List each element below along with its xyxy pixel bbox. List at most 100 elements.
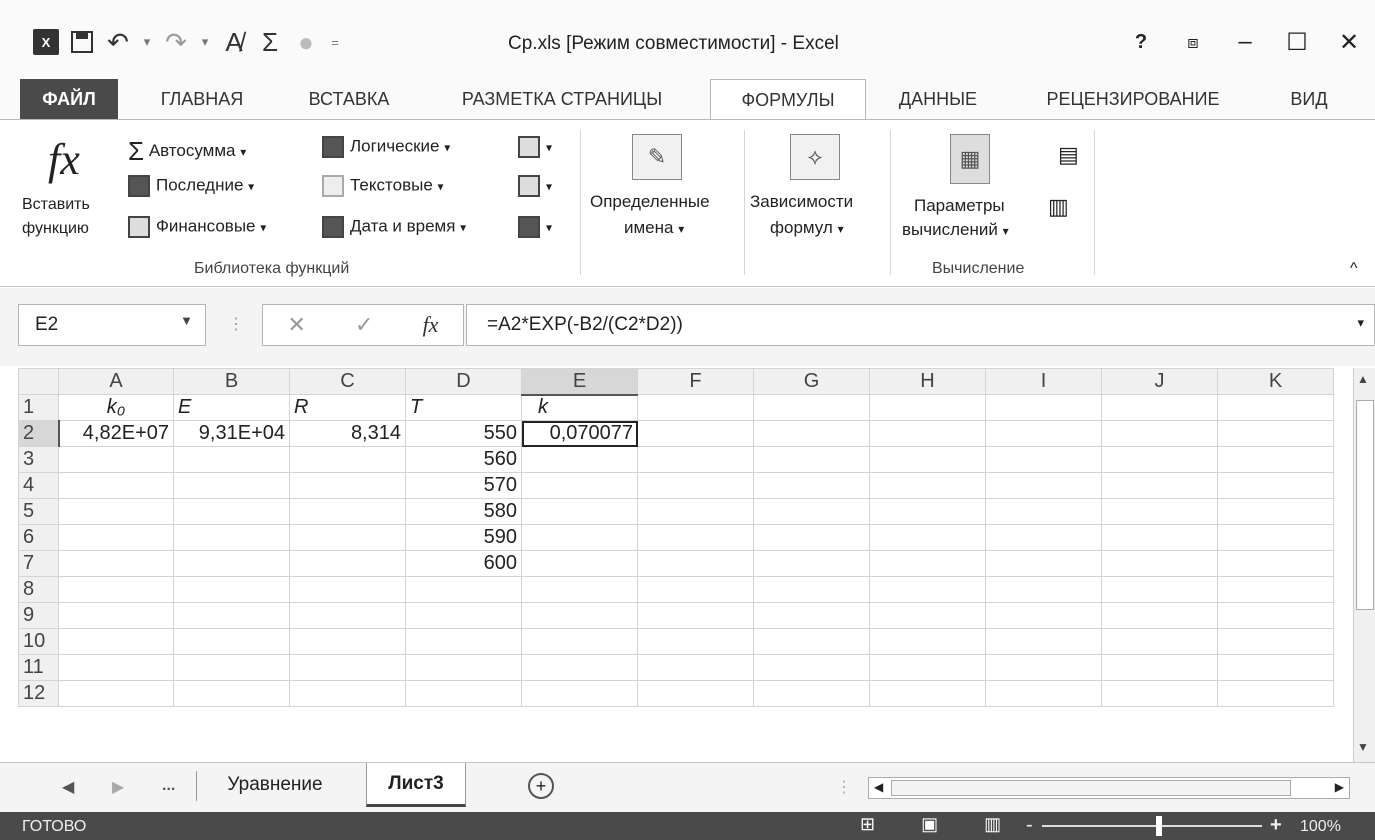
cell[interactable]: 4,82E+07 xyxy=(58,420,174,447)
row-header[interactable]: 11 xyxy=(18,654,59,681)
more-functions-button[interactable]: ▾ xyxy=(518,216,552,238)
cell[interactable] xyxy=(289,472,406,499)
zoom-level[interactable]: 100% xyxy=(1300,818,1341,836)
cell[interactable]: 600 xyxy=(405,550,522,577)
cell[interactable] xyxy=(985,472,1102,499)
cell[interactable] xyxy=(1101,576,1218,603)
cell[interactable] xyxy=(1217,654,1334,681)
formula-auditing-icon[interactable]: ⟡ xyxy=(790,134,840,180)
circle-icon[interactable]: ● xyxy=(288,24,324,60)
cell[interactable] xyxy=(1101,498,1218,525)
cell[interactable]: k xyxy=(521,394,638,421)
name-box[interactable]: E2 ▼ xyxy=(18,304,206,346)
cell[interactable] xyxy=(637,654,754,681)
chevron-down-icon[interactable]: ▼ xyxy=(180,313,193,328)
undo-icon[interactable]: ↶ xyxy=(100,24,136,60)
cell[interactable] xyxy=(869,420,986,447)
insert-function-label-1[interactable]: Вставить xyxy=(22,196,90,214)
lookup-button[interactable]: ▾ xyxy=(518,136,552,158)
cell[interactable] xyxy=(58,576,174,603)
logical-button[interactable]: Логические ▾ xyxy=(322,136,450,158)
cell[interactable] xyxy=(869,602,986,629)
cell[interactable]: 560 xyxy=(405,446,522,473)
cell[interactable] xyxy=(1101,394,1218,421)
tab-home[interactable]: ГЛАВНАЯ xyxy=(142,79,262,119)
cell[interactable] xyxy=(289,680,406,707)
cell[interactable] xyxy=(405,576,522,603)
cell[interactable] xyxy=(405,628,522,655)
cell[interactable] xyxy=(289,550,406,577)
cell[interactable] xyxy=(521,628,638,655)
cell[interactable] xyxy=(753,472,870,499)
cell[interactable] xyxy=(521,498,638,525)
cell[interactable] xyxy=(58,472,174,499)
calculate-now-icon[interactable]: ▤ xyxy=(1058,142,1079,168)
cell[interactable]: T xyxy=(405,394,522,421)
more-sheets-button[interactable]: ... xyxy=(162,777,175,795)
cell[interactable] xyxy=(753,680,870,707)
defined-names-label-2[interactable]: имена ▾ xyxy=(624,218,684,238)
cell[interactable] xyxy=(637,446,754,473)
collapse-ribbon-icon[interactable]: ^ xyxy=(1350,260,1358,278)
cell[interactable] xyxy=(173,576,290,603)
cell[interactable] xyxy=(1217,498,1334,525)
cell[interactable] xyxy=(173,654,290,681)
cell[interactable] xyxy=(985,498,1102,525)
sheet-tab-equation[interactable]: Уравнение xyxy=(200,763,350,807)
cell[interactable] xyxy=(869,680,986,707)
cell[interactable]: 570 xyxy=(405,472,522,499)
row-header[interactable]: 1 xyxy=(18,394,59,421)
redo-dropdown-icon[interactable]: ▾ xyxy=(194,24,216,60)
row-header[interactable]: 10 xyxy=(18,628,59,655)
cell[interactable] xyxy=(289,524,406,551)
spelling-icon[interactable]: A̸ xyxy=(216,24,252,60)
cell[interactable] xyxy=(1217,524,1334,551)
autosum-button[interactable]: Σ Автосумма ▾ xyxy=(128,136,246,167)
cell[interactable] xyxy=(637,680,754,707)
cell[interactable] xyxy=(637,576,754,603)
cell[interactable] xyxy=(753,420,870,447)
cancel-icon[interactable]: ✕ xyxy=(288,312,306,338)
cell[interactable] xyxy=(1217,550,1334,577)
cell[interactable] xyxy=(521,680,638,707)
cell[interactable] xyxy=(58,680,174,707)
column-header[interactable]: G xyxy=(753,368,870,395)
redo-icon[interactable]: ↷ xyxy=(158,24,194,60)
financial-button[interactable]: Финансовые ▾ xyxy=(128,216,266,238)
tab-review[interactable]: РЕЦЕНЗИРОВАНИЕ xyxy=(1024,79,1242,119)
cell[interactable] xyxy=(1101,550,1218,577)
cell[interactable] xyxy=(985,576,1102,603)
horizontal-scrollbar[interactable]: ◀ ▶ xyxy=(868,777,1350,799)
calc-options-label-2[interactable]: вычислений ▾ xyxy=(902,220,1009,240)
row-header[interactable]: 12 xyxy=(18,680,59,707)
scroll-right-icon[interactable]: ▶ xyxy=(1335,780,1344,794)
cell[interactable] xyxy=(173,550,290,577)
scroll-thumb[interactable] xyxy=(1356,400,1374,610)
ribbon-display-options-button[interactable]: ⧈ xyxy=(1167,22,1219,62)
insert-function-label-2[interactable]: функцию xyxy=(22,220,89,238)
cell[interactable] xyxy=(173,472,290,499)
row-header[interactable]: 8 xyxy=(18,576,59,603)
page-layout-view-icon[interactable]: ▣ xyxy=(921,814,938,835)
scroll-down-icon[interactable]: ▼ xyxy=(1357,740,1369,754)
cell[interactable] xyxy=(753,446,870,473)
tab-data[interactable]: ДАННЫЕ xyxy=(882,79,994,119)
cell[interactable]: 8,314 xyxy=(289,420,406,447)
cell[interactable] xyxy=(405,602,522,629)
row-header[interactable]: 2 xyxy=(18,420,60,447)
tab-view[interactable]: ВИД xyxy=(1274,79,1344,119)
select-all-corner[interactable] xyxy=(18,368,59,395)
cell[interactable] xyxy=(173,498,290,525)
tab-insert[interactable]: ВСТАВКА xyxy=(290,79,408,119)
row-header[interactable]: 7 xyxy=(18,550,59,577)
tab-formulas[interactable]: ФОРМУЛЫ xyxy=(710,79,866,121)
cell[interactable] xyxy=(289,628,406,655)
cell[interactable] xyxy=(173,602,290,629)
cell[interactable] xyxy=(1217,420,1334,447)
cell[interactable] xyxy=(1217,472,1334,499)
cell[interactable] xyxy=(753,628,870,655)
tab-file[interactable]: ФАЙЛ xyxy=(20,79,118,119)
row-header[interactable]: 4 xyxy=(18,472,59,499)
cell[interactable] xyxy=(753,394,870,421)
cell[interactable] xyxy=(985,628,1102,655)
